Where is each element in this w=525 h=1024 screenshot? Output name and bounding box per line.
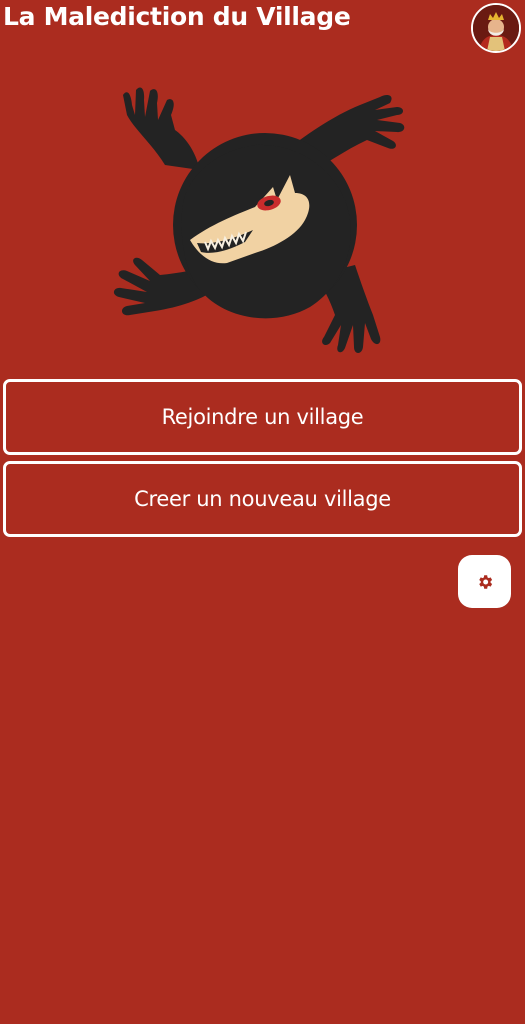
werewolf-logo-icon [105,75,415,370]
join-village-label: Rejoindre un village [161,405,364,429]
gear-icon [478,574,492,589]
king-avatar-icon [473,5,519,51]
create-village-label: Creer un nouveau village [134,487,391,511]
create-village-button[interactable]: Creer un nouveau village [3,461,522,537]
page-title: La Malediction du Village [3,2,351,31]
settings-button[interactable] [458,555,511,608]
join-village-button[interactable]: Rejoindre un village [3,379,522,455]
avatar[interactable] [471,3,521,53]
